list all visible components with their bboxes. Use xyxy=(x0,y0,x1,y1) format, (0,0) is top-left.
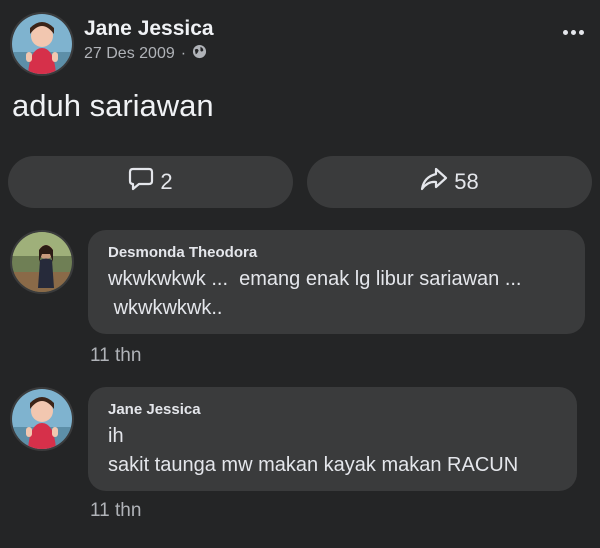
share-button[interactable]: 58 xyxy=(307,156,592,208)
share-arrow-icon xyxy=(420,166,448,198)
comment-text: ih sakit taunga mw makan kayak makan RAC… xyxy=(108,425,519,476)
comment-button[interactable]: 2 xyxy=(8,156,293,208)
post-date[interactable]: 27 Des 2009 xyxy=(84,45,175,63)
comment-bubble: Jane Jessica ih sakit taunga mw makan ka… xyxy=(88,387,577,491)
globe-icon xyxy=(192,44,207,64)
share-count: 58 xyxy=(454,169,479,194)
speech-bubble-icon xyxy=(128,166,154,198)
more-options-button[interactable] xyxy=(558,20,588,44)
comment-text: wkwkwkwk ... emang enak lg libur sariawa… xyxy=(108,268,522,319)
comment-timestamp[interactable]: 11 thn xyxy=(90,500,141,522)
author-avatar[interactable] xyxy=(10,12,74,76)
post-author-name[interactable]: Jane Jessica xyxy=(84,17,214,41)
comment-timestamp[interactable]: 11 thn xyxy=(90,345,141,367)
comment-author[interactable]: Desmonda Theodora xyxy=(108,244,565,261)
post-header: Jane Jessica 27 Des 2009 · xyxy=(10,12,590,76)
meta-separator: · xyxy=(180,45,187,62)
comment-bubble: Desmonda Theodora wkwkwkwk ... emang ena… xyxy=(88,230,585,334)
post-meta: 27 Des 2009 · xyxy=(84,44,207,64)
comment-count: 2 xyxy=(160,169,173,194)
more-horizontal-icon xyxy=(562,29,568,35)
commenter-avatar[interactable] xyxy=(10,230,74,294)
comment-author[interactable]: Jane Jessica xyxy=(108,401,557,418)
post-text: aduh sariawan xyxy=(12,88,214,123)
commenter-avatar[interactable] xyxy=(10,387,74,451)
